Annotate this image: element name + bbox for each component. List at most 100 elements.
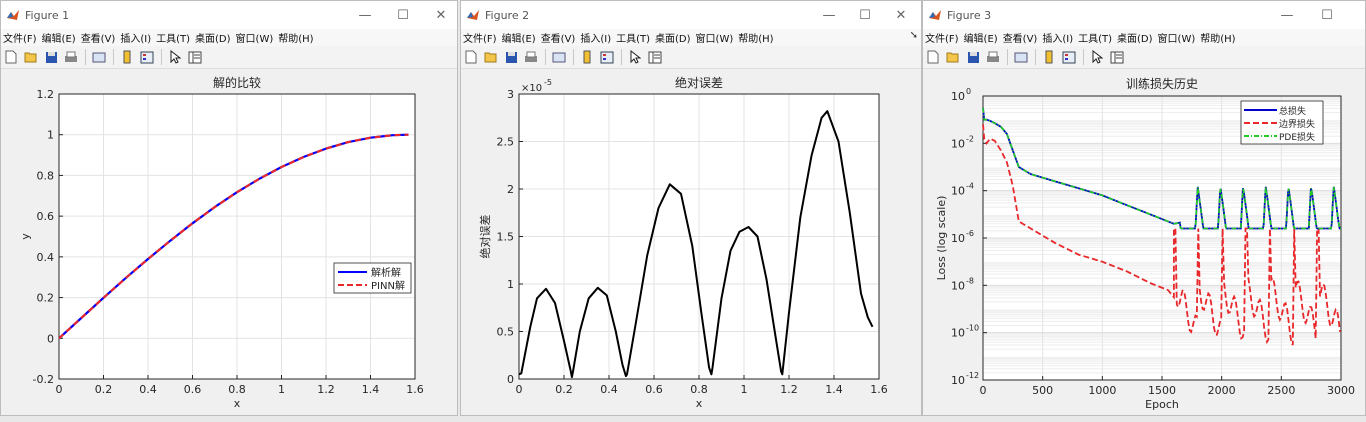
menu-edit[interactable]: 编辑(E)	[962, 30, 1001, 45]
y-tick-label-base: 10	[951, 232, 965, 245]
menu-file[interactable]: 文件(F)	[1, 30, 40, 45]
chart-title: 绝对误差	[675, 75, 723, 90]
save-icon[interactable]	[503, 49, 519, 65]
x-tick-label: 0.2	[555, 383, 573, 396]
menu-view[interactable]: 查看(V)	[1001, 30, 1041, 45]
x-axis-label: x	[234, 397, 241, 410]
x-tick-label: 1.6	[406, 383, 424, 396]
property-editor-icon[interactable]	[1109, 49, 1125, 65]
figure-3-titlebar[interactable]: Figure 3 — ☐	[923, 1, 1365, 29]
figure-1-titlebar[interactable]: Figure 1 — ☐ ✕	[1, 1, 457, 29]
x-tick-label: 0.4	[139, 383, 157, 396]
x-tick-label: 1.4	[362, 383, 380, 396]
x-tick-label: 0.4	[600, 383, 618, 396]
training-loss-chart[interactable]: 0 500 1000 1500 2000 2500 300010 -1210 -1010 -810…	[923, 69, 1365, 416]
close-button[interactable]: ✕	[423, 1, 457, 29]
toolbar-separator	[1035, 49, 1036, 65]
save-icon[interactable]	[965, 49, 981, 65]
x-tick-label: 0.6	[645, 383, 663, 396]
menu-window[interactable]: 窗口(W)	[234, 30, 277, 45]
save-icon[interactable]	[43, 49, 59, 65]
menu-view[interactable]: 查看(V)	[79, 30, 119, 45]
y-tick-label-power: -6	[966, 229, 974, 238]
open-file-icon[interactable]	[945, 49, 961, 65]
x-axis-label: x	[696, 397, 703, 410]
menu-insert[interactable]: 插入(I)	[578, 30, 614, 45]
menu-desktop[interactable]: 桌面(D)	[653, 30, 694, 45]
menu-window[interactable]: 窗口(W)	[1156, 30, 1199, 45]
solution-comparison-chart[interactable]: 0 0.2 0.4 0.6 0.8 1 1.2 1.4 1.6-0.200.20.40.60.8…	[1, 69, 457, 416]
y-tick-label-power: -12	[966, 371, 979, 380]
colorbar-icon[interactable]	[579, 49, 595, 65]
menu-tools[interactable]: 工具(T)	[154, 30, 193, 45]
y-exponent-power: -5	[544, 78, 552, 87]
menu-view[interactable]: 查看(V)	[539, 30, 579, 45]
legend-icon[interactable]	[1061, 49, 1077, 65]
figure-3-window: Figure 3 — ☐ 文件(F) 编辑(E) 查看(V) 插入(I) 工具(…	[922, 0, 1366, 416]
menu-help[interactable]: 帮助(H)	[1198, 30, 1238, 45]
absolute-error-chart[interactable]: 0 0.2 0.4 0.6 0.8 1 1.2 1.4 1.6 0 0.5 1 1.5 2 2.5 3 绝对误差…	[461, 69, 921, 416]
pointer-icon[interactable]	[627, 49, 643, 65]
legend-icon[interactable]	[599, 49, 615, 65]
minimize-button[interactable]: —	[1269, 1, 1305, 29]
menu-edit[interactable]: 编辑(E)	[500, 30, 539, 45]
menu-help[interactable]: 帮助(H)	[276, 30, 316, 45]
menu-tools[interactable]: 工具(T)	[1076, 30, 1115, 45]
maximize-button[interactable]: ☐	[847, 1, 883, 29]
close-button[interactable]: ✕	[883, 1, 919, 29]
menu-window[interactable]: 窗口(W)	[694, 30, 737, 45]
toolbar-separator	[1007, 49, 1008, 65]
open-file-icon[interactable]	[23, 49, 39, 65]
open-file-icon[interactable]	[483, 49, 499, 65]
plot-area: 0 0.2 0.4 0.6 0.8 1 1.2 1.4 1.6 0 0.5 1 1.5 2 2.5 3 绝对误差…	[461, 69, 921, 415]
x-tick-label: 1.2	[780, 383, 798, 396]
menu-file[interactable]: 文件(F)	[923, 30, 962, 45]
menu-edit[interactable]: 编辑(E)	[40, 30, 79, 45]
new-figure-icon[interactable]	[925, 49, 941, 65]
x-tick-label: 0	[516, 383, 523, 396]
menu-insert[interactable]: 插入(I)	[1040, 30, 1076, 45]
y-tick-label-base: 10	[951, 327, 965, 340]
print-icon[interactable]	[63, 49, 79, 65]
plot-area: 0 500 1000 1500 2000 2500 3000 10 -12 10 -10 10 -8 10…	[923, 69, 1365, 415]
print-icon[interactable]	[985, 49, 1001, 65]
menu-insert[interactable]: 插入(I)	[118, 30, 154, 45]
legend-icon[interactable]	[139, 49, 155, 65]
toolbar-separator	[545, 49, 546, 65]
minimize-button[interactable]: —	[811, 1, 847, 29]
link-plot-icon[interactable]	[1013, 49, 1029, 65]
minimize-button[interactable]: —	[347, 1, 383, 29]
new-figure-icon[interactable]	[3, 49, 19, 65]
y-tick-label-power: -2	[966, 134, 974, 143]
menu-help[interactable]: 帮助(H)	[736, 30, 776, 45]
menu-file[interactable]: 文件(F)	[461, 30, 500, 45]
menu-tools[interactable]: 工具(T)	[614, 30, 653, 45]
figure-toolbar	[923, 46, 1365, 69]
x-tick-label: 1	[741, 383, 748, 396]
y-tick-label: 0.4	[37, 251, 55, 264]
y-tick-label-base: 10	[951, 374, 965, 387]
x-tick-label: 3000	[1327, 384, 1355, 397]
link-plot-icon[interactable]	[551, 49, 567, 65]
new-figure-icon[interactable]	[463, 49, 479, 65]
figure-2-titlebar[interactable]: Figure 2 — ☐ ✕	[461, 1, 921, 29]
colorbar-icon[interactable]	[1041, 49, 1057, 65]
plot-area: 0 0.2 0.4 0.6 0.8 1 1.2 1.4 1.6 -0.2 0 0.2 0.4 0.6 0.8…	[1, 69, 457, 415]
menu-bar: 文件(F) 编辑(E) 查看(V) 插入(I) 工具(T) 桌面(D) 窗口(W…	[1, 29, 457, 46]
pointer-icon[interactable]	[1089, 49, 1105, 65]
print-icon[interactable]	[523, 49, 539, 65]
figure-1-window: Figure 1 — ☐ ✕ 文件(F) 编辑(E) 查看(V) 插入(I) 工…	[0, 0, 458, 416]
menu-desktop[interactable]: 桌面(D)	[193, 30, 234, 45]
property-editor-icon[interactable]	[647, 49, 663, 65]
maximize-button[interactable]: ☐	[385, 1, 421, 29]
property-editor-icon[interactable]	[187, 49, 203, 65]
colorbar-icon[interactable]	[119, 49, 135, 65]
link-plot-icon[interactable]	[91, 49, 107, 65]
pointer-icon[interactable]	[167, 49, 183, 65]
legend-label-0: 总损失	[1279, 105, 1306, 117]
toolbar-separator	[1083, 49, 1084, 65]
menu-desktop[interactable]: 桌面(D)	[1115, 30, 1156, 45]
figure-toolbar	[461, 46, 921, 69]
maximize-button[interactable]: ☐	[1309, 1, 1345, 29]
menu-overflow-arrow-icon[interactable]: ➘	[910, 30, 918, 41]
